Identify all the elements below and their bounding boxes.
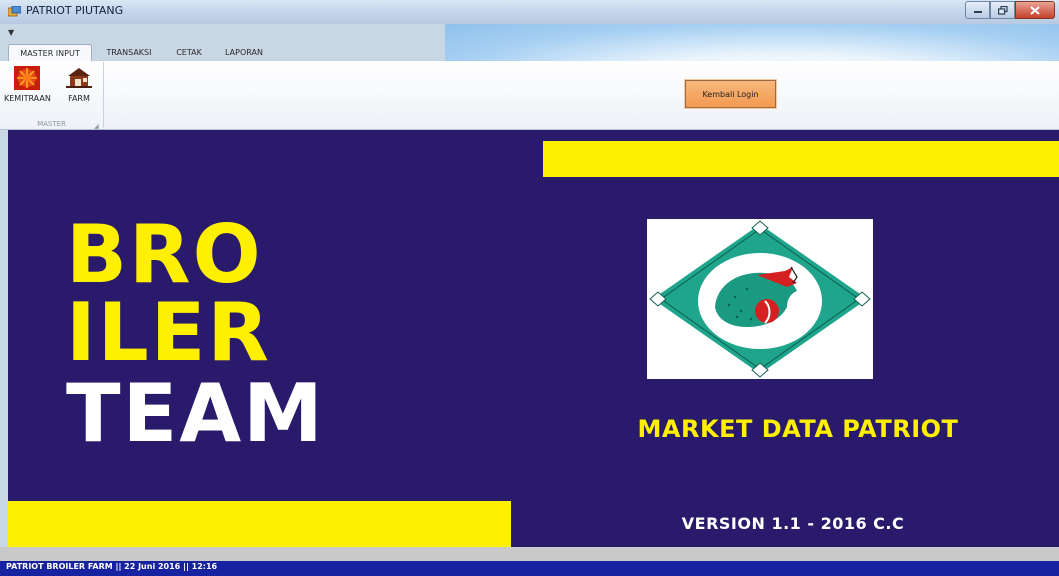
farm-label: FARM: [68, 94, 90, 103]
banner-line-team: TEAM: [66, 367, 325, 460]
yellow-bar-bottom: [8, 501, 511, 547]
market-data-title: MARKET DATA PATRIOT: [637, 415, 959, 443]
tab-laporan[interactable]: LAPORAN: [220, 44, 268, 61]
status-text: PATRIOT BROILER FARM || 22 Juni 2016 || …: [6, 562, 218, 571]
minimize-icon: [973, 11, 982, 13]
ribbon-group-label: MASTER: [37, 120, 66, 128]
window-controls: [965, 1, 1055, 19]
banner-line-iler: ILER: [66, 286, 271, 379]
minimize-button[interactable]: [965, 1, 990, 19]
ribbon-panel: [0, 61, 1059, 130]
tab-master-input[interactable]: MASTER INPUT: [8, 44, 92, 61]
close-icon: [1030, 5, 1040, 15]
quick-access-dropdown-icon[interactable]: ▼: [8, 28, 14, 37]
kembali-login-button[interactable]: Kembali Login: [684, 79, 777, 109]
tab-transaksi[interactable]: TRANSAKSI: [98, 44, 160, 61]
farm-icon: [66, 68, 92, 88]
bottom-divider: [0, 547, 1059, 561]
status-bar: PATRIOT BROILER FARM || 22 Juni 2016 || …: [0, 561, 1059, 576]
restore-icon: [997, 5, 1008, 15]
window-title: PATRIOT PIUTANG: [26, 4, 124, 17]
title-bar[interactable]: PATRIOT PIUTANG: [0, 0, 1059, 24]
kemitraan-icon: [14, 66, 41, 90]
kemitraan-label: KEMITRAAN: [4, 94, 51, 103]
app-window: PATRIOT PIUTANG ▼ MASTER INPUT TRANSAKSI…: [0, 0, 1059, 576]
company-logo: [647, 219, 873, 379]
ribbon-group-divider: [103, 62, 104, 128]
main-panel: BRO ILER TEAM MARKET DATA PATRIOT VERSIO…: [8, 130, 1059, 547]
close-button[interactable]: [1015, 1, 1055, 19]
app-icon: [8, 6, 21, 17]
ribbon-tabs: MASTER INPUT TRANSAKSI CETAK LAPORAN: [0, 44, 445, 61]
tab-cetak[interactable]: CETAK: [168, 44, 210, 61]
kemitraan-button[interactable]: KEMITRAAN: [4, 66, 51, 103]
banner-line-bro: BRO: [66, 208, 263, 301]
group-launcher-icon[interactable]: ◢: [94, 123, 99, 130]
version-label: VERSION 1.1 - 2016 C.C: [681, 514, 905, 533]
quick-access-toolbar: ▼: [0, 24, 445, 44]
ribbon-header-background: [445, 24, 1059, 61]
maximize-button[interactable]: [990, 1, 1015, 19]
yellow-bar-top: [543, 141, 1059, 177]
logo-icon: [649, 220, 871, 378]
farm-button[interactable]: FARM: [66, 66, 92, 103]
